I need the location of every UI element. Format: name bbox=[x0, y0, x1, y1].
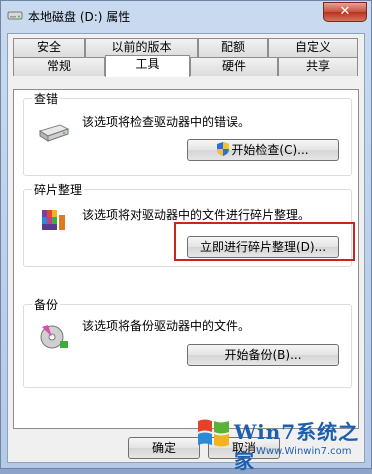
start-check-button[interactable]: 开始检查(C)... bbox=[187, 139, 339, 161]
uac-shield-icon bbox=[217, 142, 230, 156]
watermark-url: Www.Winwin7.com bbox=[256, 446, 352, 457]
ok-button[interactable]: 确定 bbox=[128, 437, 200, 459]
tab-hardware[interactable]: 硬件 bbox=[190, 57, 278, 76]
group-title: 碎片整理 bbox=[32, 181, 85, 198]
backup-icon bbox=[40, 325, 68, 349]
button-label: 确定 bbox=[151, 441, 176, 455]
start-backup-button[interactable]: 开始备份(B)... bbox=[187, 344, 339, 366]
group-description: 该选项将检查驱动器中的错误。 bbox=[82, 115, 251, 129]
properties-window: 本地磁盘 (D:) 属性 ✕ 安全 以前的版本 配额 自定义 常规 工具 硬件 … bbox=[0, 0, 372, 473]
tab-label: 配额 bbox=[220, 40, 245, 54]
group-description: 该选项将备份驱动器中的文件。 bbox=[82, 319, 251, 333]
button-label: 开始检查(C)... bbox=[231, 143, 309, 157]
close-icon: ✕ bbox=[339, 4, 351, 19]
watermark-title: Win7系统之家 bbox=[234, 420, 360, 473]
tab-label: 硬件 bbox=[221, 59, 246, 73]
windows-logo-icon bbox=[198, 419, 229, 447]
error-check-group: 查错 该选项将检查驱动器中的错误。 开始检查(C)... bbox=[23, 90, 352, 176]
drive-check-icon bbox=[38, 124, 70, 142]
button-label: 开始备份(B)... bbox=[224, 348, 302, 362]
tab-tools[interactable]: 工具 bbox=[105, 55, 190, 77]
tab-label: 以前的版本 bbox=[111, 40, 172, 54]
drive-icon bbox=[7, 11, 23, 20]
tab-customize[interactable]: 自定义 bbox=[268, 38, 358, 57]
tab-label: 安全 bbox=[36, 40, 61, 54]
tab-general[interactable]: 常规 bbox=[13, 57, 105, 76]
group-title: 备份 bbox=[32, 296, 61, 313]
group-description: 该选项将对驱动器中的文件进行碎片整理。 bbox=[82, 208, 311, 222]
group-title: 查错 bbox=[32, 90, 61, 107]
defrag-highlight-box bbox=[174, 222, 355, 261]
backup-group: 备份 该选项将备份驱动器中的文件。 开始备份(B)... bbox=[23, 296, 352, 388]
tab-security[interactable]: 安全 bbox=[13, 38, 85, 57]
watermark: Win7系统之家 Www.Winwin7.com bbox=[196, 411, 371, 473]
defrag-icon bbox=[42, 210, 65, 230]
tab-label: 自定义 bbox=[294, 40, 331, 54]
tab-quota[interactable]: 配额 bbox=[198, 38, 268, 57]
tab-sharing[interactable]: 共享 bbox=[278, 57, 358, 76]
close-button[interactable]: ✕ bbox=[323, 2, 367, 22]
tab-label: 共享 bbox=[305, 59, 330, 73]
tab-label: 常规 bbox=[46, 59, 71, 73]
title-bar[interactable]: 本地磁盘 (D:) 属性 ✕ bbox=[1, 1, 371, 33]
window-title: 本地磁盘 (D:) 属性 bbox=[28, 10, 131, 24]
tab-label: 工具 bbox=[135, 57, 160, 71]
